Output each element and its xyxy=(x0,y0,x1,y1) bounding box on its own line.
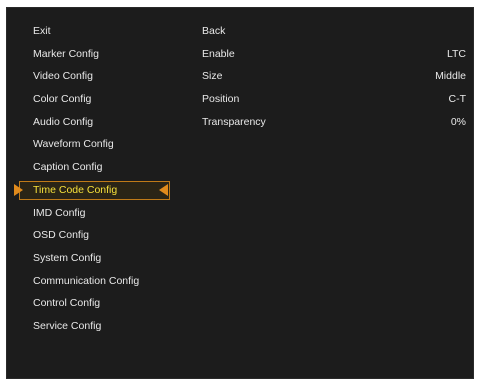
option-label: Enable xyxy=(202,47,235,60)
option-label: Size xyxy=(202,70,223,83)
submenu-option-transparency[interactable]: Transparency 0% xyxy=(202,111,466,134)
menu-item-label: Communication Config xyxy=(33,274,140,287)
submenu-option-position[interactable]: Position C-T xyxy=(202,88,466,111)
submenu-option-size[interactable]: Size Middle xyxy=(202,65,466,88)
menu-item-label: System Config xyxy=(33,251,102,264)
menu-item-time-code-config[interactable]: Time Code Config xyxy=(6,179,186,202)
menu-item-label: Service Config xyxy=(33,319,102,332)
arrow-left-icon xyxy=(159,184,168,197)
menu-item-label: Control Config xyxy=(33,297,101,310)
menu-item-osd-config[interactable]: OSD Config xyxy=(6,224,186,247)
menu-item-imd-config[interactable]: IMD Config xyxy=(6,202,186,225)
option-label: Position xyxy=(202,93,240,106)
menu-item-waveform-config[interactable]: Waveform Config xyxy=(6,133,186,156)
menu-item-label: Video Config xyxy=(33,70,93,83)
menu-item-label: OSD Config xyxy=(33,229,90,242)
menu-item-control-config[interactable]: Control Config xyxy=(6,292,186,315)
menu-item-label: Time Code Config xyxy=(33,183,118,196)
menu-item-label: IMD Config xyxy=(33,206,86,219)
menu-item-audio-config[interactable]: Audio Config xyxy=(6,111,186,134)
time-code-submenu: Back Enable LTC Size Middle Position C-T… xyxy=(202,20,466,156)
osd-menu-screen: Exit Marker Config Video Config Color Co… xyxy=(6,7,474,379)
menu-item-system-config[interactable]: System Config xyxy=(6,247,186,270)
menu-item-label: Caption Config xyxy=(33,161,103,174)
menu-item-exit[interactable]: Exit xyxy=(6,20,186,43)
submenu-back[interactable]: Back xyxy=(202,20,466,43)
menu-item-caption-config[interactable]: Caption Config xyxy=(6,156,186,179)
option-label: Transparency xyxy=(202,115,266,128)
menu-item-label: Exit xyxy=(33,25,51,37)
menu-item-color-config[interactable]: Color Config xyxy=(6,88,186,111)
menu-item-communication-config[interactable]: Communication Config xyxy=(6,270,186,293)
option-value: C-T xyxy=(448,93,467,106)
submenu-back-label: Back xyxy=(202,25,226,37)
option-value: 0% xyxy=(450,115,466,128)
option-value: LTC xyxy=(446,47,466,60)
menu-item-marker-config[interactable]: Marker Config xyxy=(6,43,186,66)
option-value: Middle xyxy=(435,70,466,83)
menu-item-video-config[interactable]: Video Config xyxy=(6,65,186,88)
arrow-right-icon xyxy=(14,184,23,197)
menu-item-label: Waveform Config xyxy=(33,138,114,151)
menu-item-label: Marker Config xyxy=(33,47,99,60)
submenu-option-enable[interactable]: Enable LTC xyxy=(202,43,466,66)
menu-item-label: Audio Config xyxy=(33,115,94,128)
main-menu: Exit Marker Config Video Config Color Co… xyxy=(6,20,186,338)
submenu-option-disabled xyxy=(202,133,466,156)
menu-item-service-config[interactable]: Service Config xyxy=(6,315,186,338)
menu-item-label: Color Config xyxy=(33,93,92,106)
